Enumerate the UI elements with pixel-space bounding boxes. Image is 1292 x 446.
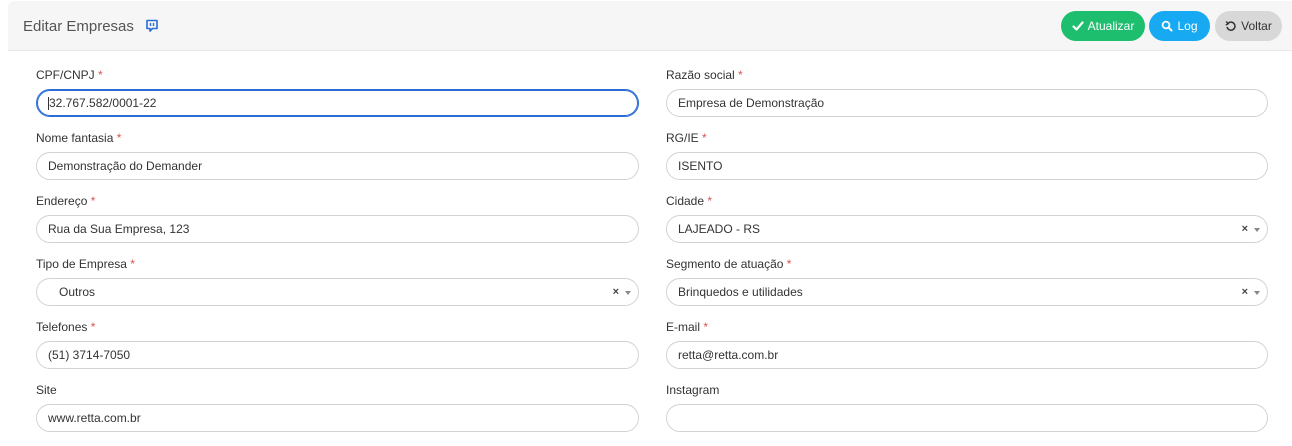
cpf-cnpj-label-text: CPF/CNPJ — [36, 68, 95, 82]
rg-ie-value: ISENTO — [678, 159, 723, 173]
undo-icon — [1225, 21, 1236, 31]
tipo-empresa-value: Outros — [59, 285, 96, 299]
nome-fantasia-label: Nome fantasia * — [36, 131, 121, 145]
telefones-input[interactable]: (51) 3714-7050 — [36, 341, 639, 369]
instagram-label-text: Instagram — [666, 383, 720, 397]
nome-fantasia-value: Demonstração do Demander — [48, 159, 203, 173]
telefones-label: Telefones * — [36, 320, 95, 334]
back-button-label: Voltar — [1241, 19, 1272, 33]
email-label-text: E-mail — [666, 320, 701, 334]
cidade-select[interactable]: LAJEADO - RS × — [666, 215, 1268, 243]
required-mark: * — [90, 194, 96, 208]
segmento-select[interactable]: Brinquedos e utilidades × — [666, 278, 1268, 306]
tipo-empresa-select[interactable]: Outros × — [36, 278, 639, 306]
page-header: Editar Empresas Atualizar Log Voltar — [8, 1, 1292, 51]
clear-icon[interactable]: × — [613, 286, 619, 298]
check-icon — [1072, 21, 1084, 31]
instagram-label: Instagram — [666, 383, 719, 397]
endereco-label-text: Endereço — [36, 194, 88, 208]
telefones-label-text: Telefones — [36, 320, 88, 334]
rg-ie-input[interactable]: ISENTO — [666, 152, 1268, 180]
rg-ie-label: RG/IE * — [666, 131, 707, 145]
chevron-down-icon[interactable] — [625, 291, 631, 295]
required-mark: * — [738, 68, 743, 82]
page-title: Editar Empresas — [23, 18, 134, 35]
cpf-cnpj-input[interactable]: 32.767.582/0001-22 — [36, 89, 639, 117]
required-mark: * — [707, 194, 713, 208]
required-mark: * — [703, 320, 709, 334]
cpf-cnpj-value: 32.767.582/0001-22 — [49, 96, 157, 110]
required-mark: * — [98, 68, 103, 82]
tipo-empresa-label: Tipo de Empresa * — [36, 257, 135, 271]
razao-social-label: Razão social * — [666, 68, 743, 82]
endereco-input[interactable]: Rua da Sua Empresa, 123 — [36, 215, 639, 243]
segmento-label: Segmento de atuação * — [666, 257, 791, 271]
razao-social-label-text: Razão social — [666, 68, 735, 82]
email-value: retta@retta.com.br — [678, 348, 779, 362]
site-label: Site — [36, 383, 57, 397]
chat-icon[interactable] — [145, 19, 159, 33]
log-button-label: Log — [1177, 19, 1198, 33]
razao-social-input[interactable]: Empresa de Demonstração — [666, 89, 1268, 117]
email-label: E-mail * — [666, 320, 708, 334]
update-button-label: Atualizar — [1087, 19, 1135, 33]
nome-fantasia-input[interactable]: Demonstração do Demander — [36, 152, 639, 180]
chevron-down-icon[interactable] — [1254, 228, 1260, 232]
segmento-label-text: Segmento de atuação — [666, 257, 784, 271]
required-mark: * — [90, 320, 96, 334]
log-button[interactable]: Log — [1149, 11, 1210, 41]
back-button[interactable]: Voltar — [1215, 11, 1282, 41]
required-mark: * — [702, 131, 707, 145]
update-button[interactable]: Atualizar — [1061, 11, 1145, 41]
endereco-label: Endereço * — [36, 194, 95, 208]
email-input[interactable]: retta@retta.com.br — [666, 341, 1268, 369]
endereco-value: Rua da Sua Empresa, 123 — [48, 222, 190, 236]
telefones-value: (51) 3714-7050 — [48, 348, 131, 362]
cidade-label-text: Cidade — [666, 194, 705, 208]
cidade-value: LAJEADO - RS — [678, 222, 761, 236]
segmento-value: Brinquedos e utilidades — [678, 285, 803, 299]
rg-ie-label-text: RG/IE — [666, 131, 699, 145]
razao-social-value: Empresa de Demonstração — [678, 96, 825, 110]
cidade-label: Cidade * — [666, 194, 712, 208]
site-value: www.retta.com.br — [48, 411, 141, 425]
search-icon — [1162, 20, 1173, 32]
tipo-empresa-label-text: Tipo de Empresa — [36, 257, 127, 271]
clear-icon[interactable]: × — [1242, 286, 1248, 298]
required-mark: * — [786, 257, 792, 271]
chevron-down-icon[interactable] — [1254, 291, 1260, 295]
cpf-cnpj-label: CPF/CNPJ * — [36, 68, 103, 82]
instagram-input[interactable] — [666, 404, 1268, 432]
clear-icon[interactable]: × — [1242, 223, 1248, 235]
site-label-text: Site — [36, 383, 57, 397]
nome-fantasia-label-text: Nome fantasia — [36, 131, 114, 145]
site-input[interactable]: www.retta.com.br — [36, 404, 639, 432]
required-mark: * — [130, 257, 135, 271]
required-mark: * — [116, 131, 122, 145]
